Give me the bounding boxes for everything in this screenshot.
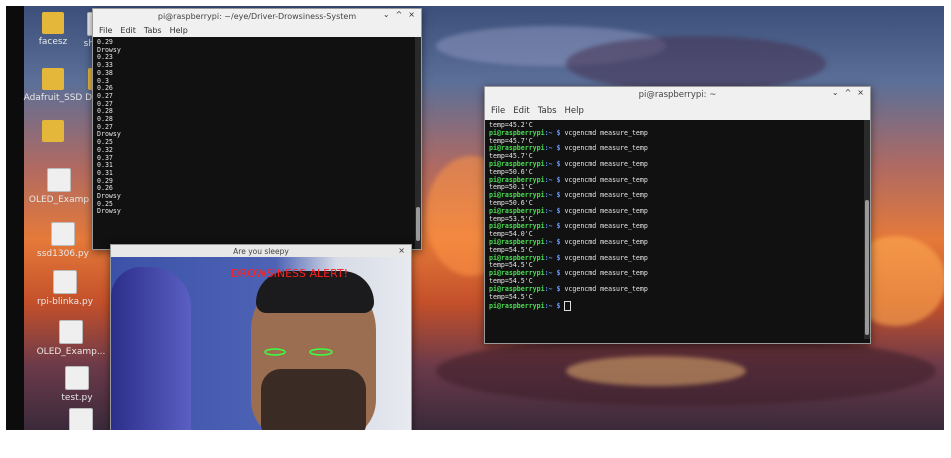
drowsiness-alert: DROWSINESS ALERT!	[231, 267, 349, 280]
close-icon[interactable]: ×	[398, 246, 405, 255]
output-line: 0.29	[97, 38, 113, 46]
chevron-down-icon[interactable]: ⌄	[832, 88, 839, 97]
output-line: 0.29	[97, 176, 113, 185]
window-title: Are you sleepy	[233, 246, 289, 256]
desktop-icon[interactable]	[18, 120, 88, 145]
window-titlebar[interactable]: pi@raspberrypi: ~ ⌄ ^ ×	[485, 87, 870, 102]
menu-edit[interactable]: Edit	[120, 26, 136, 35]
output-line: 0.31	[97, 168, 113, 177]
output-line: 0.38	[97, 68, 113, 77]
output-line: 0.37	[97, 153, 113, 162]
person-beard	[261, 369, 366, 430]
command-line: pi@raspberrypi:~ $ vcgencmd measure_temp	[489, 144, 648, 153]
folder-icon	[42, 12, 64, 34]
command-line: pi@raspberrypi:~ $ vcgencmd measure_temp	[489, 222, 648, 231]
output-line: 0.26	[97, 184, 113, 193]
output-line: 0.33	[97, 61, 113, 70]
text-cursor	[564, 301, 572, 312]
terminal-output[interactable]: 0.29 Drowsy 0.23 0.33 0.38 0.3 0.26 0.27…	[93, 37, 421, 249]
output-line: 0.25	[97, 138, 113, 147]
window-titlebar[interactable]: pi@raspberrypi: ~/eye/Driver-Drowsiness-…	[93, 9, 421, 23]
menu-help[interactable]: Help	[565, 106, 584, 116]
output-line: Drowsy	[97, 207, 121, 216]
output-line: 0.3	[97, 76, 109, 85]
desktop-icon[interactable]	[46, 408, 116, 430]
terminal-output[interactable]: temp=45.2'C pi@raspberrypi:~ $ vcgencmd …	[485, 120, 870, 339]
folder-icon	[42, 120, 64, 142]
output-line: 0.23	[97, 53, 113, 62]
output-line: 0.31	[97, 161, 113, 170]
output-line: 0.27	[97, 122, 113, 131]
command-line: pi@raspberrypi:~ $ vcgencmd measure_temp	[489, 284, 648, 293]
file-icon	[47, 168, 71, 192]
scrollbar[interactable]	[864, 120, 870, 339]
right-eye-contour	[309, 348, 333, 356]
output-line: 0.26	[97, 84, 113, 93]
scrollbar-thumb[interactable]	[865, 200, 869, 335]
menu-file[interactable]: File	[491, 106, 505, 116]
cloud	[566, 356, 746, 386]
maximize-icon[interactable]: ^	[396, 10, 403, 19]
person-arm	[111, 267, 191, 430]
output-line: 0.27	[97, 91, 113, 100]
file-icon	[53, 270, 77, 294]
command-line: pi@raspberrypi:~ $ vcgencmd measure_temp	[489, 191, 648, 200]
desktop-screen: facesz shaget Adafruit_SSD Driver OLED_E…	[6, 6, 944, 430]
chevron-down-icon[interactable]: ⌄	[383, 10, 390, 19]
file-icon	[65, 366, 89, 390]
camera-window[interactable]: Are you sleepy × DROWSINESS ALERT!	[110, 244, 412, 430]
menu-file[interactable]: File	[99, 26, 112, 35]
command-line: pi@raspberrypi:~ $ vcgencmd measure_temp	[489, 206, 648, 215]
desktop-icon[interactable]: ssd1306.py	[28, 222, 98, 259]
output-line: 0.28	[97, 107, 113, 116]
eye-contours	[264, 348, 333, 356]
active-prompt[interactable]: pi@raspberrypi:~ $	[489, 301, 866, 312]
file-icon	[51, 222, 75, 246]
left-eye-contour	[264, 348, 286, 356]
menu-tabs[interactable]: Tabs	[538, 106, 557, 116]
desktop-icon[interactable]: OLED_Examp...	[36, 320, 106, 357]
output-line: 0.25	[97, 199, 113, 208]
menu-tabs[interactable]: Tabs	[144, 26, 162, 35]
desktop-icon[interactable]: OLED_Examp	[24, 168, 94, 205]
command-line: pi@raspberrypi:~ $ vcgencmd measure_temp	[489, 159, 648, 168]
scrollbar[interactable]	[415, 37, 421, 249]
file-icon	[59, 320, 83, 344]
window-title: pi@raspberrypi: ~/eye/Driver-Drowsiness-…	[157, 11, 357, 21]
desktop-icon[interactable]: test.py	[42, 366, 112, 403]
folder-icon	[42, 68, 64, 90]
command-line: pi@raspberrypi:~ $ vcgencmd measure_temp	[489, 253, 648, 262]
menu-bar: File Edit Tabs Help	[93, 23, 421, 37]
output-line: 0.27	[97, 99, 113, 108]
output-line: Drowsy	[97, 192, 121, 201]
window-titlebar[interactable]: Are you sleepy ×	[111, 245, 411, 257]
menu-help[interactable]: Help	[170, 26, 188, 35]
file-icon	[69, 408, 93, 430]
drowsiness-terminal-window[interactable]: pi@raspberrypi: ~/eye/Driver-Drowsiness-…	[92, 8, 422, 250]
close-icon[interactable]: ×	[408, 10, 415, 19]
desktop-icon[interactable]: rpi-blinka.py	[30, 270, 100, 307]
cloud	[566, 36, 826, 91]
scrollbar-thumb[interactable]	[416, 207, 420, 241]
output-line: 0.32	[97, 145, 113, 154]
menu-bar: File Edit Tabs Help	[485, 102, 870, 120]
temperature-terminal-window[interactable]: pi@raspberrypi: ~ ⌄ ^ × File Edit Tabs H…	[484, 86, 871, 344]
camera-feed: DROWSINESS ALERT!	[111, 257, 411, 430]
command-line: pi@raspberrypi:~ $ vcgencmd measure_temp	[489, 269, 648, 278]
output-line: 0.28	[97, 115, 113, 124]
maximize-icon[interactable]: ^	[845, 88, 852, 97]
command-line: pi@raspberrypi:~ $ vcgencmd measure_temp	[489, 128, 648, 137]
window-title: pi@raspberrypi: ~	[638, 89, 717, 100]
menu-edit[interactable]: Edit	[513, 106, 529, 116]
output-line: temp=54.5'C	[489, 292, 533, 301]
output-line: Drowsy	[97, 130, 121, 139]
close-icon[interactable]: ×	[857, 88, 864, 97]
command-line: pi@raspberrypi:~ $ vcgencmd measure_temp	[489, 175, 648, 184]
command-line: pi@raspberrypi:~ $ vcgencmd measure_temp	[489, 237, 648, 246]
output-line: Drowsy	[97, 45, 121, 54]
